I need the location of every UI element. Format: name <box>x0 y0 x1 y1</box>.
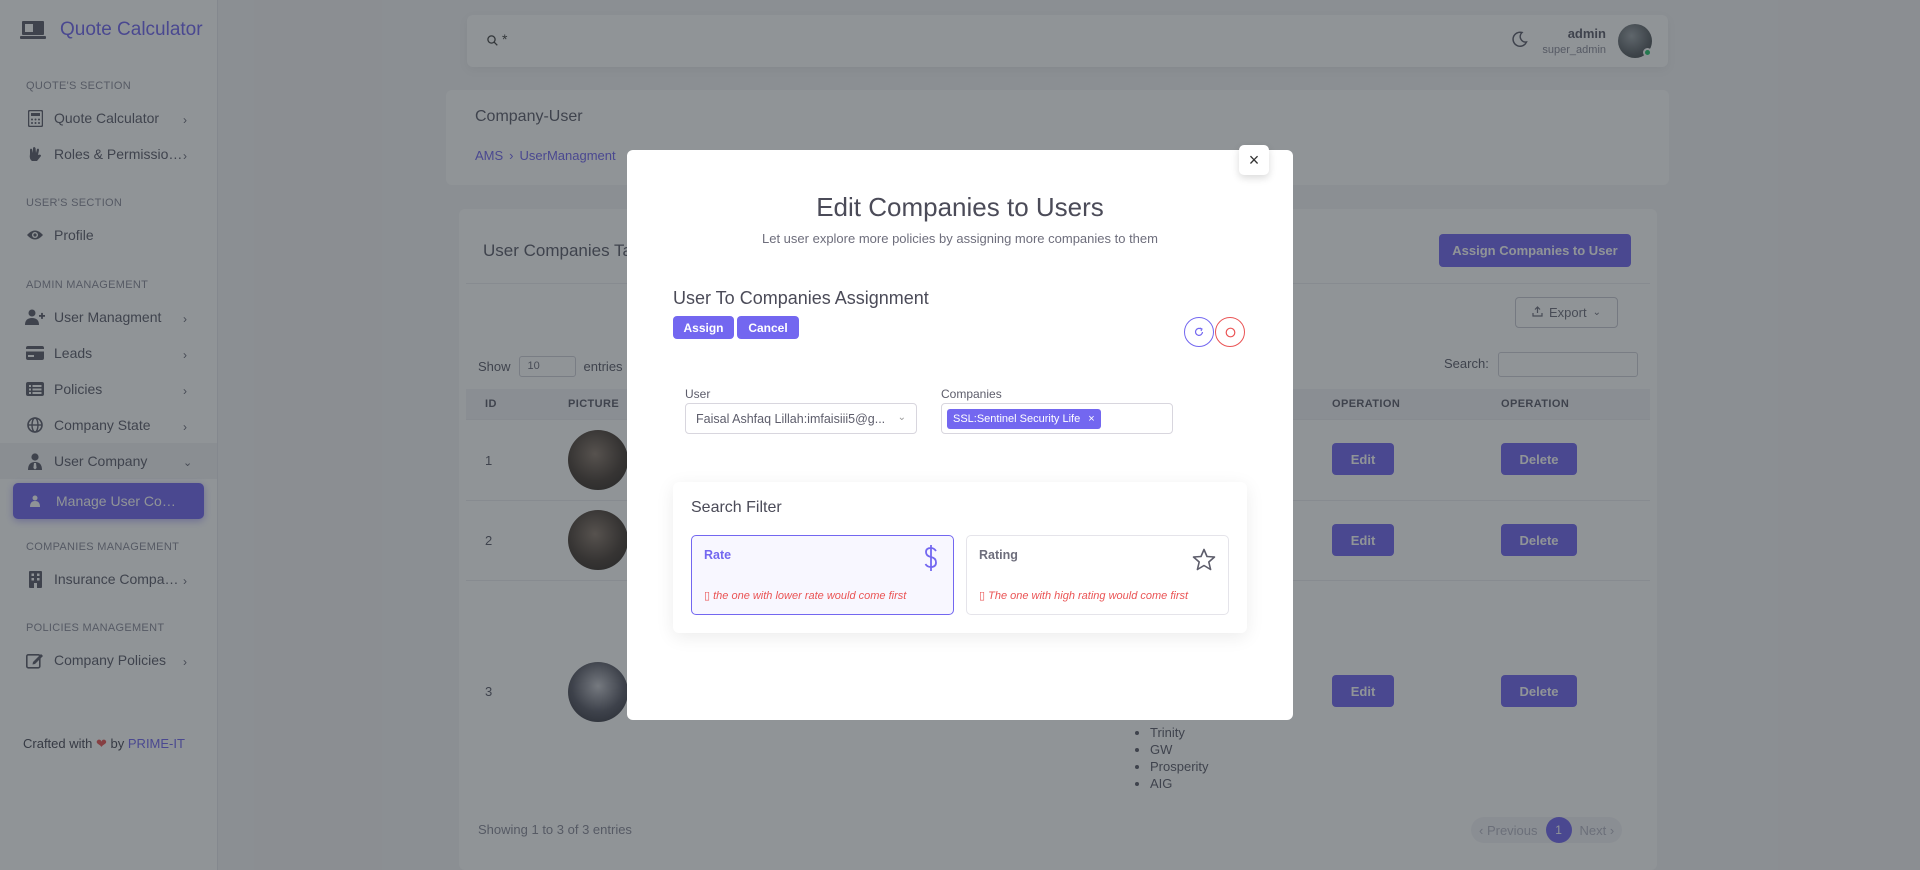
cancel-button[interactable]: Cancel <box>737 316 799 339</box>
dollar-icon <box>921 544 941 577</box>
search-filter-card: Search Filter Rate ▯ the one with lower … <box>673 482 1247 633</box>
filter-option-rating[interactable]: Rating ▯ The one with high rating would … <box>966 535 1229 615</box>
chip-remove-icon[interactable]: × <box>1088 413 1094 425</box>
modal-subtitle: Let user explore more policies by assign… <box>762 231 1158 246</box>
chip-label: SSL:Sentinel Security Life <box>953 413 1081 425</box>
user-select[interactable]: Faisal Ashfaq Lillah:imfaisiii5@g... ⌄ <box>685 403 917 434</box>
user-field-label: User <box>685 387 711 401</box>
close-icon: × <box>1248 149 1260 170</box>
companies-field-label: Companies <box>941 387 1002 401</box>
filter-option-description: ▯ The one with high rating would come fi… <box>979 590 1189 602</box>
star-icon <box>1192 548 1216 576</box>
filter-option-rate[interactable]: Rate ▯ the one with lower rate would com… <box>691 535 954 615</box>
chevron-down-icon: ⌄ <box>897 412 906 423</box>
filter-option-label: Rating <box>979 548 1018 562</box>
filter-description-text: the one with lower rate would come first <box>713 590 907 602</box>
selected-company-chip: SSL:Sentinel Security Life × <box>947 409 1101 429</box>
search-filter-title: Search Filter <box>691 499 782 516</box>
modal-title: Edit Companies to Users <box>816 192 1104 222</box>
edit-companies-modal: Edit Companies to Users Let user explore… <box>627 150 1293 720</box>
circle-icon[interactable] <box>1215 317 1245 347</box>
assign-button[interactable]: Assign <box>673 316 734 339</box>
filter-option-description: ▯ the one with lower rate would come fir… <box>704 590 907 602</box>
refresh-icon[interactable] <box>1184 317 1214 347</box>
user-select-value: Faisal Ashfaq Lillah:imfaisiii5@g... <box>696 412 886 426</box>
companies-multiselect[interactable]: SSL:Sentinel Security Life × <box>941 403 1173 434</box>
filter-description-text: The one with high rating would come firs… <box>988 590 1189 602</box>
close-modal-button[interactable]: × <box>1239 145 1269 175</box>
assignment-section-title: User To Companies Assignment <box>673 288 929 308</box>
filter-option-label: Rate <box>704 548 732 562</box>
